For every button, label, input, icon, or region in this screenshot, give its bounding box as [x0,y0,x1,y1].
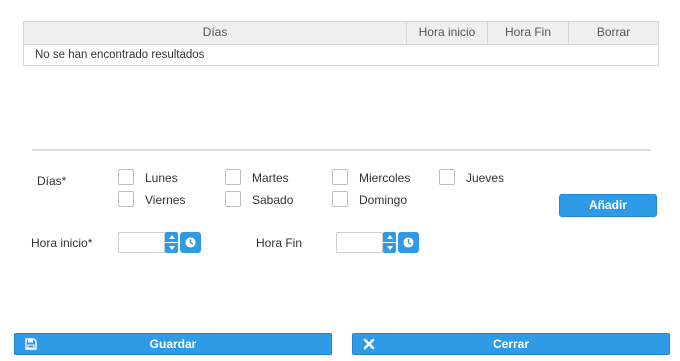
chevron-down-icon [386,246,393,250]
hora-inicio-input[interactable] [118,232,165,253]
checkbox-label-lunes: Lunes [145,171,178,185]
section-divider [32,149,651,151]
column-header-hora-inicio[interactable]: Hora inicio [407,22,488,44]
checkbox-miercoles[interactable] [332,169,348,185]
close-button[interactable]: Cerrar [352,333,670,355]
hora-fin-spinner [383,232,396,253]
chevron-up-icon [168,235,175,239]
chevron-down-icon [168,246,175,250]
checkbox-domingo[interactable] [332,191,348,207]
empty-results-message: No se han encontrado resultados [35,49,205,61]
column-header-hora-fin[interactable]: Hora Fin [488,22,569,44]
column-header-borrar[interactable]: Borrar [569,22,658,44]
save-button-label: Guardar [149,337,197,351]
checkbox-label-jueves: Jueves [466,171,505,185]
grid-header: Días Hora inicio Hora Fin Borrar [24,22,658,45]
checkbox-label-viernes: Viernes [145,193,186,207]
results-grid: Días Hora inicio Hora Fin Borrar No se h… [23,21,659,66]
hora-fin-label: Hora Fin [256,236,303,250]
hora-inicio-increment-button[interactable] [165,232,178,242]
checkbox-viernes[interactable] [118,191,134,207]
chevron-up-icon [386,235,393,239]
close-button-label: Cerrar [492,337,530,351]
hora-fin-clock-button[interactable] [398,232,419,253]
hora-inicio-decrement-button[interactable] [165,243,178,253]
dias-label: Días* [37,174,67,188]
save-button[interactable]: Guardar [14,333,332,355]
add-button[interactable]: Añadir [559,194,657,217]
checkbox-lunes[interactable] [118,169,134,185]
hora-fin-input[interactable] [336,232,383,253]
hora-inicio-spinner [165,232,178,253]
clock-icon [185,237,196,248]
column-header-dias[interactable]: Días [24,22,407,44]
checkbox-jueves[interactable] [439,169,455,185]
checkbox-martes[interactable] [225,169,241,185]
hora-fin-decrement-button[interactable] [383,243,396,253]
checkbox-label-martes: Martes [252,171,289,185]
checkbox-sabado[interactable] [225,191,241,207]
hora-fin-increment-button[interactable] [383,232,396,242]
checkbox-label-miercoles: Miercoles [359,171,411,185]
clock-icon [403,237,414,248]
checkbox-label-sabado: Sabado [252,193,294,207]
checkbox-label-domingo: Domingo [359,193,408,207]
hora-inicio-label: Hora inicio* [31,236,93,250]
hora-inicio-clock-button[interactable] [180,232,201,253]
